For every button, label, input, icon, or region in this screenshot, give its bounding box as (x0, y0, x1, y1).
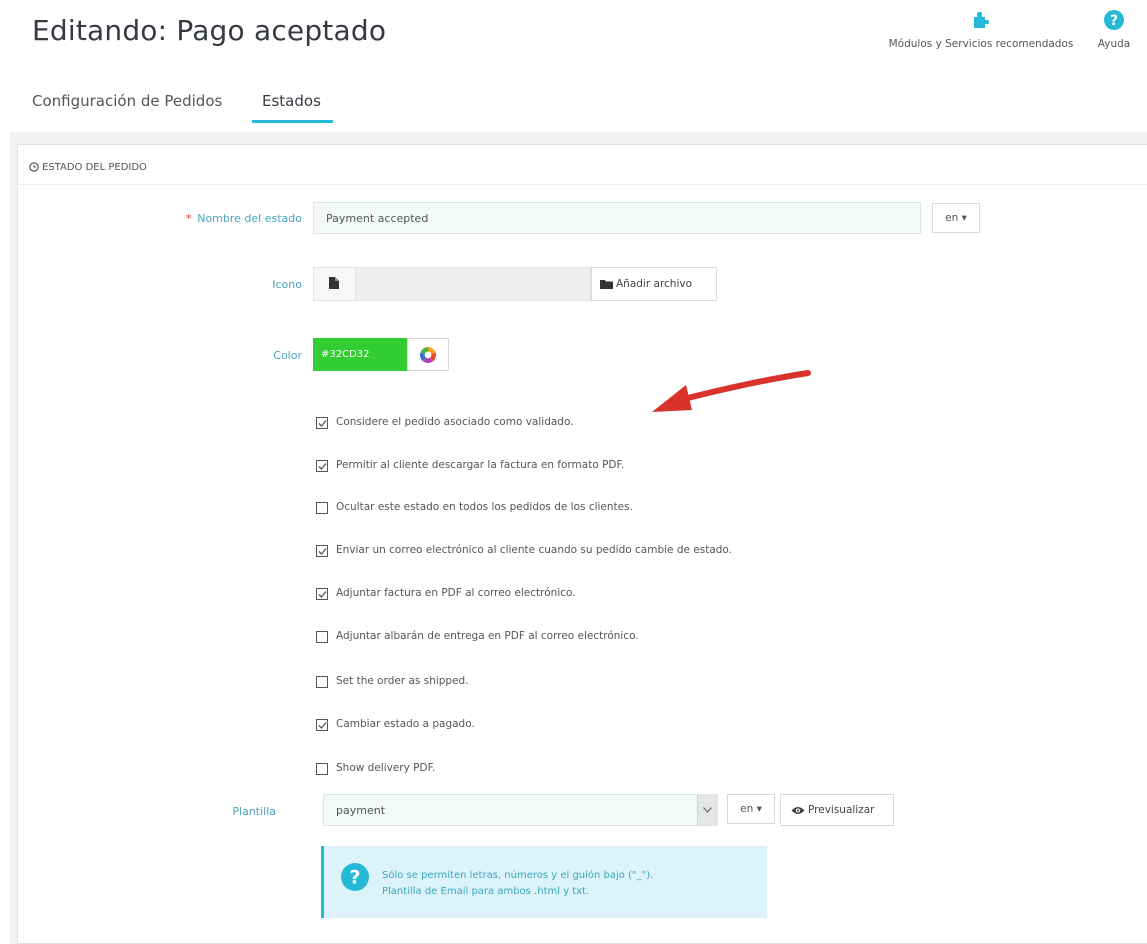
check-icon (318, 463, 327, 470)
preview-button[interactable]: Previsualizar (780, 794, 894, 826)
chevron-down-icon (703, 807, 712, 813)
status-name-input[interactable]: Payment accepted (313, 202, 921, 234)
preview-label: Previsualizar (808, 804, 875, 816)
help-button[interactable]: ? Ayuda (1096, 8, 1147, 50)
help-label: Ayuda (1097, 38, 1131, 50)
check-icon (318, 722, 327, 729)
panel-heading: ESTADO DEL PEDIDO (18, 145, 1147, 185)
checkbox-paid-box[interactable] (316, 719, 328, 731)
required-marker: * (185, 212, 192, 225)
checkbox-validated-label: Considere el pedido asociado como valida… (336, 416, 574, 428)
color-picker-button[interactable] (407, 338, 449, 371)
add-file-button[interactable]: Añadir archivo (591, 267, 717, 301)
alert-line-1: Sólo se permiten letras, números y el gu… (382, 870, 654, 881)
help-icon: ? (1104, 10, 1124, 30)
check-icon (318, 591, 327, 598)
template-language-dropdown[interactable]: en ▾ (727, 794, 775, 824)
file-icon-box (314, 268, 356, 300)
icon-file-input[interactable] (313, 267, 591, 301)
active-tab-indicator (252, 120, 333, 123)
checkbox-hide-status-label: Ocultar este estado en todos los pedidos… (336, 501, 633, 513)
tab-statuses-label: Estados (262, 92, 321, 110)
checkbox-validated-box[interactable] (316, 417, 328, 429)
checkbox-invoice-download-box[interactable] (316, 460, 328, 472)
template-select-value: payment (336, 804, 386, 817)
checkbox-attach-delivery-slip-box[interactable] (316, 631, 328, 643)
checkbox-send-email-label: Enviar un correo electrónico al cliente … (336, 544, 733, 556)
tab-order-settings[interactable]: Configuración de Pedidos (32, 92, 222, 110)
checkbox-hide-status-box[interactable] (316, 502, 328, 514)
tab-statuses[interactable]: Estados (252, 92, 333, 123)
checkbox-send-email-box[interactable] (316, 545, 328, 557)
clock-icon (29, 162, 39, 172)
alert-text: Sólo se permiten letras, números y el gu… (382, 868, 653, 900)
page-title: Editando: Pago aceptado (32, 14, 387, 47)
annotation-arrow-icon (652, 370, 811, 412)
panel-heading-label: ESTADO DEL PEDIDO (42, 162, 147, 173)
svg-text:?: ? (1110, 13, 1118, 29)
file-icon (329, 277, 339, 289)
checkbox-delivery-pdf-label: Show delivery PDF. (336, 762, 436, 774)
status-name-label-text: Nombre del estado (197, 212, 302, 225)
recommended-modules-button[interactable]: Módulos y Servicios recomendados (872, 8, 1090, 50)
checkbox-invoice-download-label: Permitir al cliente descargar la factura… (336, 459, 625, 471)
eye-icon (791, 807, 805, 814)
color-wheel-icon (420, 347, 436, 363)
template-help-alert: ? Sólo se permiten letras, números y el … (321, 846, 767, 918)
status-name-label: * Nombre del estado (130, 212, 302, 225)
icon-label: Icono (272, 278, 302, 291)
status-name-language-dropdown[interactable]: en ▾ (932, 203, 980, 233)
recommended-modules-label: Módulos y Servicios recomendados (888, 38, 1074, 50)
template-select[interactable]: payment (323, 794, 718, 826)
color-input[interactable]: #32CD32 (313, 338, 407, 371)
svg-text:?: ? (349, 867, 360, 889)
folder-icon (600, 280, 613, 289)
checkbox-attach-invoice-label: Adjuntar factura en PDF al correo electr… (336, 587, 576, 599)
checkbox-attach-delivery-slip-label: Adjuntar albarán de entrega en PDF al co… (336, 630, 639, 642)
alert-line-2: Plantilla de Email para ambos .html y tx… (382, 886, 590, 897)
checkbox-paid-label: Cambiar estado a pagado. (336, 718, 475, 730)
template-label: Plantilla (232, 805, 276, 818)
checkbox-attach-invoice-box[interactable] (316, 588, 328, 600)
help-icon: ? (341, 863, 369, 891)
checkbox-shipped-box[interactable] (316, 676, 328, 688)
check-icon (318, 548, 327, 555)
checkbox-shipped-label: Set the order as shipped. (336, 675, 469, 687)
add-file-label: Añadir archivo (616, 278, 693, 290)
checkbox-delivery-pdf-box[interactable] (316, 763, 328, 775)
color-label: Color (273, 349, 302, 362)
check-icon (318, 420, 327, 427)
puzzle-icon (974, 12, 989, 28)
template-select-caret[interactable] (697, 795, 717, 825)
